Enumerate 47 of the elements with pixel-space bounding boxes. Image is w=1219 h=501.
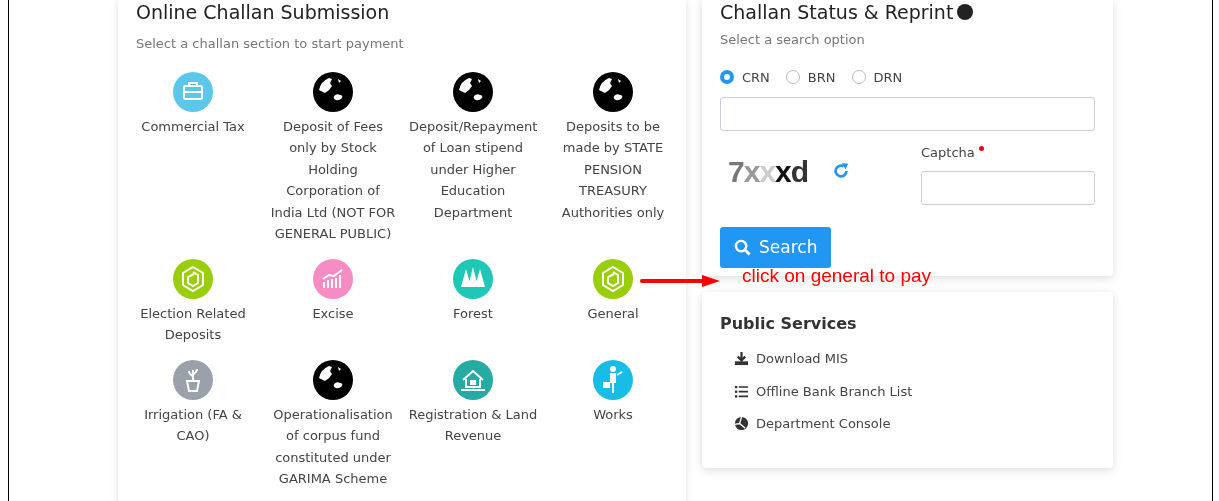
search-field[interactable]	[720, 97, 1095, 131]
radio-label[interactable]: BRN	[807, 67, 836, 87]
section-subtitle: Select a challan section to start payment	[136, 35, 405, 53]
section-link[interactable]: Excise	[268, 302, 398, 324]
chart-icon[interactable]	[313, 258, 353, 299]
section-link[interactable]: Election Related Deposits	[128, 302, 258, 346]
briefcase-icon[interactable]	[173, 71, 213, 112]
plant-icon[interactable]	[173, 359, 213, 400]
globe-icon[interactable]	[313, 71, 353, 112]
radio-label[interactable]: CRN	[742, 67, 770, 87]
service-link[interactable]: Department Console	[756, 414, 891, 434]
section-link[interactable]: Deposit of Fees only by Stock Holding Corporation of India Ltd (NOT FOR GENERAL PUBLIC)	[269, 115, 397, 245]
captcha-label: Captcha	[921, 143, 1095, 163]
help-icon[interactable]	[957, 4, 974, 20]
radio-button[interactable]	[851, 70, 866, 85]
refresh-icon[interactable]	[832, 162, 851, 180]
section-link[interactable]: Operationalisation of corpus fund constituted under GARIMA Scheme	[269, 403, 397, 490]
section-link[interactable]: Deposit/Repayment of Loan stipend under Higher Education Department	[409, 115, 537, 223]
house-icon[interactable]	[453, 359, 493, 400]
globe-icon[interactable]	[593, 71, 633, 112]
section-title: Online Challan Submission	[136, 0, 391, 24]
section-subtitle: Select a search option	[720, 31, 866, 49]
globe-icon[interactable]	[313, 359, 353, 400]
section-link[interactable]: Deposits to be made by STATE PENSION TREASURY Authorities only	[549, 115, 677, 223]
card-title: Public Services	[720, 313, 858, 335]
globe-icon[interactable]	[453, 71, 493, 112]
section-link[interactable]: General	[548, 302, 678, 324]
ball-icon	[734, 416, 749, 432]
search-icon	[734, 238, 751, 256]
radio-button[interactable]	[720, 70, 734, 85]
service-link[interactable]: Download MIS	[756, 349, 849, 369]
captcha-image: 7xxxd	[728, 153, 809, 190]
worker-icon[interactable]	[593, 359, 633, 400]
list-icon	[734, 383, 749, 399]
section-link[interactable]: Forest	[408, 302, 538, 324]
section-title: Challan Status & Reprint	[720, 0, 954, 24]
radio-label[interactable]: DRN	[873, 67, 903, 87]
service-link[interactable]: Offline Bank Branch List	[756, 381, 913, 401]
required-icon	[978, 146, 984, 151]
section-link[interactable]: Irrigation (FA & CAO)	[128, 403, 258, 447]
download-icon	[734, 351, 749, 367]
captcha-field[interactable]	[921, 170, 1095, 205]
radio-button[interactable]	[785, 70, 800, 85]
section-link[interactable]: Commercial Tax	[128, 115, 258, 137]
section-link[interactable]: Registration & Land Revenue	[408, 403, 538, 447]
section-link[interactable]: Works	[548, 403, 678, 425]
trees-icon[interactable]	[453, 258, 493, 299]
